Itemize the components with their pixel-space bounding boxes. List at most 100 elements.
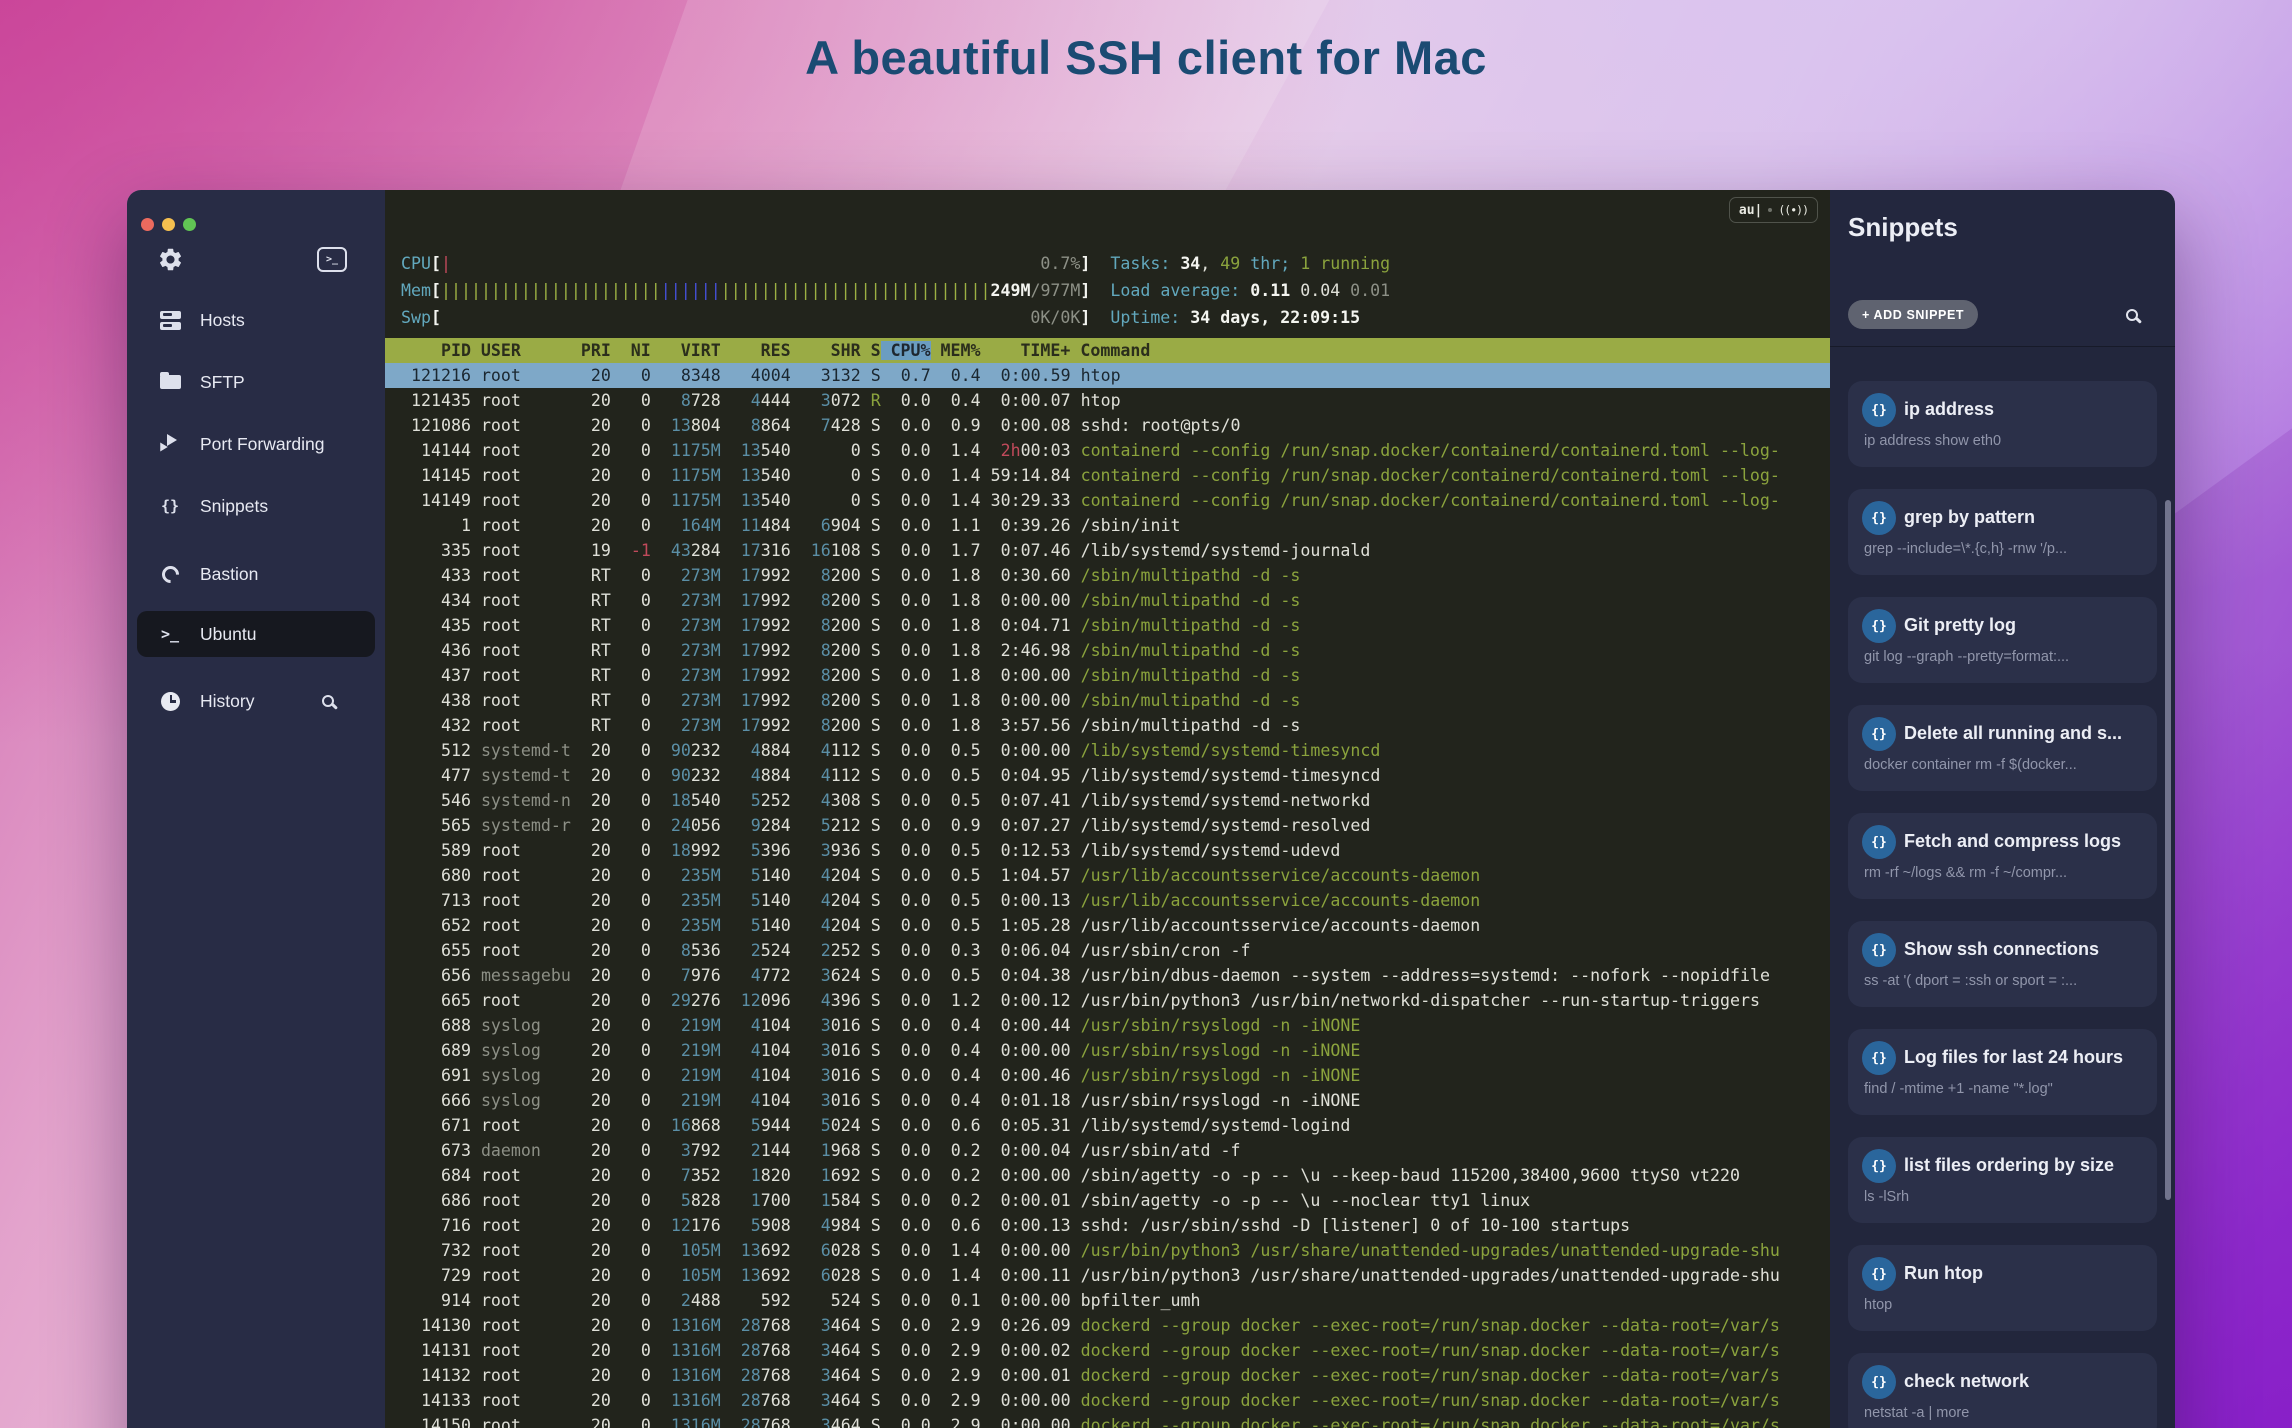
snippets-panel-title: Snippets (1848, 212, 1958, 242)
snippet-card[interactable]: {} check network netstat -a | more (1848, 1353, 2157, 1428)
process-row[interactable]: 691 syslog 20 0 219M 4104 3016 S 0.0 0.4… (385, 1063, 1830, 1088)
snippet-card[interactable]: {} Fetch and compress logs rm -rf ~/logs &… (1848, 813, 2157, 899)
process-row[interactable]: 121216 root 20 0 8348 4004 3132 S 0.7 0.… (385, 363, 1830, 388)
terminal-screen[interactable]: au| ((•)) CPU[| 0.7%] Tasks: 34, 49 thr;… (385, 190, 1830, 1428)
snippet-title: list files ordering by size (1904, 1155, 2115, 1175)
htop-meters: CPU[| 0.7%] Tasks: 34, 49 thr; 1 running… (401, 250, 1390, 331)
add-snippet-button[interactable]: + ADD SNIPPET (1848, 300, 1979, 329)
sidebar-item-history[interactable]: History (137, 678, 375, 724)
process-row[interactable]: 121086 root 20 0 13804 8864 7428 S 0.0 0… (385, 413, 1830, 438)
terminal-icon: >_ (160, 625, 180, 643)
process-row[interactable]: 438 root RT 0 273M 17992 8200 S 0.0 1.8 … (385, 688, 1830, 713)
process-row[interactable]: 14132 root 20 0 1316M 28768 3464 S 0.0 2… (385, 1363, 1830, 1388)
process-row[interactable]: 512 systemd-t 20 0 90232 4884 4112 S 0.0… (385, 738, 1830, 763)
sidebar-item-label: Snippets (200, 495, 269, 516)
process-row[interactable]: 477 systemd-t 20 0 90232 4884 4112 S 0.0… (385, 763, 1830, 788)
snippet-card[interactable]: {} Show ssh connections ss -at '( dport = … (1848, 921, 2157, 1007)
process-row[interactable]: 434 root RT 0 273M 17992 8200 S 0.0 1.8 … (385, 588, 1830, 613)
bastion-icon (157, 561, 183, 587)
process-row[interactable]: 14131 root 20 0 1316M 28768 3464 S 0.0 2… (385, 1338, 1830, 1363)
process-row[interactable]: 713 root 20 0 235M 5140 4204 S 0.0 0.5 0… (385, 888, 1830, 913)
process-row[interactable]: 14144 root 20 0 1175M 13540 0 S 0.0 1.4 … (385, 438, 1830, 463)
snippet-command: netstat -a | more (1864, 1405, 1970, 1421)
search-icon[interactable] (315, 688, 341, 714)
snippet-card[interactable]: {} Log files for last 24 hours find / -mti… (1848, 1029, 2157, 1115)
settings-icon[interactable] (157, 246, 184, 278)
page-title: A beautiful SSH client for Mac (805, 31, 1487, 84)
snippet-command: ss -at '( dport = :ssh or sport = :... (1864, 973, 2078, 989)
process-row[interactable]: 684 root 20 0 7352 1820 1692 S 0.0 0.2 0… (385, 1163, 1830, 1188)
snippet-title: Git pretty log (1904, 615, 2016, 635)
sidebar-item-label: Port Forwarding (200, 433, 325, 454)
sidebar-item-sftp[interactable]: SFTP (137, 359, 375, 405)
braces-icon: {} (160, 497, 180, 515)
close-button[interactable] (141, 218, 154, 231)
snippet-card[interactable]: {} Delete all running and s... docker cont… (1848, 705, 2157, 791)
process-row[interactable]: 589 root 20 0 18992 5396 3936 S 0.0 0.5 … (385, 838, 1830, 863)
process-row[interactable]: 14133 root 20 0 1316M 28768 3464 S 0.0 2… (385, 1388, 1830, 1413)
process-row[interactable]: 688 syslog 20 0 219M 4104 3016 S 0.0 0.4… (385, 1013, 1830, 1038)
process-row[interactable]: 680 root 20 0 235M 5140 4204 S 0.0 0.5 1… (385, 863, 1830, 888)
forward-icon (157, 431, 183, 457)
process-row[interactable]: 729 root 20 0 105M 13692 6028 S 0.0 1.4 … (385, 1263, 1830, 1288)
process-row[interactable]: 689 syslog 20 0 219M 4104 3016 S 0.0 0.4… (385, 1038, 1830, 1063)
snippet-card[interactable]: {} Git pretty log git log --graph --pretty… (1848, 597, 2157, 683)
meter-line: CPU[| 0.7%] Tasks: 34, 49 thr; 1 running (401, 254, 1391, 273)
new-terminal-icon[interactable]: >_ (317, 247, 347, 272)
snippet-command: rm -rf ~/logs && rm -f ~/compr... (1864, 865, 2068, 881)
process-row[interactable]: 433 root RT 0 273M 17992 8200 S 0.0 1.8 … (385, 563, 1830, 588)
process-row[interactable]: 335 root 19 -1 43284 17316 16108 S 0.0 1… (385, 538, 1830, 563)
sidebar-item-bastion[interactable]: Bastion (137, 551, 375, 597)
process-row[interactable]: 432 root RT 0 273M 17992 8200 S 0.0 1.8 … (385, 713, 1830, 738)
process-row[interactable]: 666 syslog 20 0 219M 4104 3016 S 0.0 0.4… (385, 1088, 1830, 1113)
snippet-card[interactable]: {} Run htop htop (1848, 1245, 2157, 1331)
sidebar-header: >_ (127, 238, 385, 282)
process-row[interactable]: 671 root 20 0 16868 5944 5024 S 0.0 0.6 … (385, 1113, 1830, 1138)
snippets-list: {} ip address ip address show eth0 {} grep b… (1830, 346, 2175, 1428)
process-row[interactable]: 565 systemd-r 20 0 24056 9284 5212 S 0.0… (385, 813, 1830, 838)
process-row[interactable]: 546 systemd-n 20 0 18540 5252 4308 S 0.0… (385, 788, 1830, 813)
snippet-icon: {} (1862, 825, 1896, 859)
process-row[interactable]: 673 daemon 20 0 3792 2144 1968 S 0.0 0.2… (385, 1138, 1830, 1163)
process-row[interactable]: 1 root 20 0 164M 11484 6904 S 0.0 1.1 0:… (385, 513, 1830, 538)
zoom-button[interactable] (183, 218, 196, 231)
process-table-header[interactable]: PID USER PRI NI VIRT RES SHR S CPU% MEM%… (385, 338, 1830, 363)
sidebar-item-label: SFTP (200, 371, 245, 392)
process-row[interactable]: 716 root 20 0 12176 5908 4984 S 0.0 0.6 … (385, 1213, 1830, 1238)
history-icon (157, 688, 183, 714)
process-row[interactable]: 435 root RT 0 273M 17992 8200 S 0.0 1.8 … (385, 613, 1830, 638)
snippet-title: grep by pattern (1904, 507, 2036, 527)
process-row[interactable]: 14130 root 20 0 1316M 28768 3464 S 0.0 2… (385, 1313, 1830, 1338)
process-row[interactable]: 14149 root 20 0 1175M 13540 0 S 0.0 1.4 … (385, 488, 1830, 513)
process-row[interactable]: 14150 root 20 0 1316M 28768 3464 S 0.0 2… (385, 1413, 1830, 1428)
minimize-button[interactable] (162, 218, 175, 231)
snippet-card[interactable]: {} grep by pattern grep --include=\*.{c,h}… (1848, 489, 2157, 575)
process-row[interactable]: 732 root 20 0 105M 13692 6028 S 0.0 1.4 … (385, 1238, 1830, 1263)
snippet-icon: {} (1862, 1257, 1896, 1291)
snippet-icon: {} (1862, 717, 1896, 751)
process-row[interactable]: 656 messagebu 20 0 7976 4772 3624 S 0.0 … (385, 963, 1830, 988)
snippet-title: ip address (1904, 399, 1995, 419)
snippet-card[interactable]: {} list files ordering by size ls -lSrh (1848, 1137, 2157, 1223)
process-row[interactable]: 655 root 20 0 8536 2524 2252 S 0.0 0.3 0… (385, 938, 1830, 963)
snippets-scrollbar[interactable] (2165, 500, 2171, 1200)
process-row[interactable]: 436 root RT 0 273M 17992 8200 S 0.0 1.8 … (385, 638, 1830, 663)
sidebar-item-hosts[interactable]: Hosts (137, 297, 375, 343)
process-row[interactable]: 914 root 20 0 2488 592 524 S 0.0 0.1 0:0… (385, 1288, 1830, 1313)
sidebar-item-label: History (200, 690, 255, 711)
process-row[interactable]: 121435 root 20 0 8728 4444 3072 R 0.0 0.… (385, 388, 1830, 413)
sidebar-item-snippets[interactable]: {} Snippets (137, 483, 375, 529)
process-row[interactable]: 14145 root 20 0 1175M 13540 0 S 0.0 1.4 … (385, 463, 1830, 488)
sidebar-item-label: Hosts (200, 309, 245, 330)
sidebar-item-ubuntu[interactable]: >_ Ubuntu (137, 611, 375, 657)
process-row[interactable]: 652 root 20 0 235M 5140 4204 S 0.0 0.5 1… (385, 913, 1830, 938)
snippet-command: grep --include=\*.{c,h} -rnw '/p... (1864, 541, 2068, 557)
terminal-badge[interactable]: au| ((•)) (1728, 197, 1818, 223)
process-row[interactable]: 665 root 20 0 29276 12096 4396 S 0.0 1.2… (385, 988, 1830, 1013)
process-row[interactable]: 437 root RT 0 273M 17992 8200 S 0.0 1.8 … (385, 663, 1830, 688)
sidebar-item-port-forwarding[interactable]: Port Forwarding (137, 421, 375, 467)
snippet-card[interactable]: {} ip address ip address show eth0 (1848, 381, 2157, 467)
snippets-search-icon[interactable] (2119, 302, 2145, 328)
process-row[interactable]: 686 root 20 0 5828 1700 1584 S 0.0 0.2 0… (385, 1188, 1830, 1213)
snippet-icon: {} (1862, 501, 1896, 535)
